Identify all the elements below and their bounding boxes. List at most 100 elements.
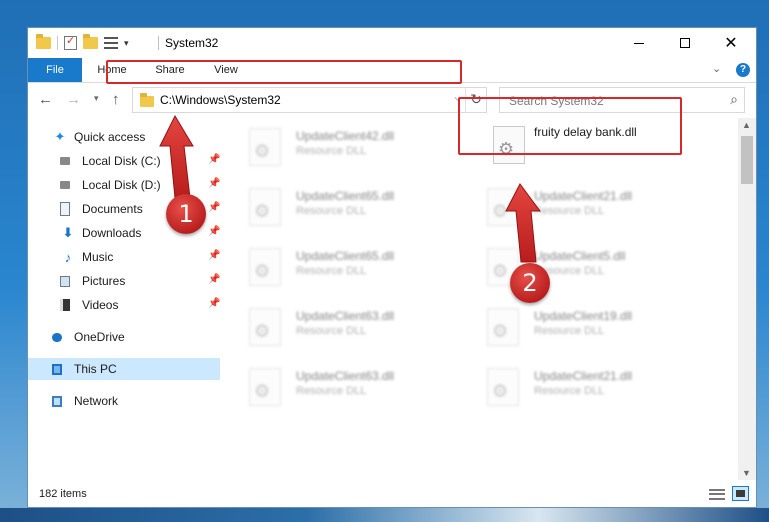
sidebar-item-label: Network [74, 394, 119, 408]
sidebar-item-local-disk-c[interactable]: Local Disk (C:) 📌 [60, 150, 220, 172]
tab-view[interactable]: View [204, 58, 248, 82]
refresh-icon[interactable]: ↻ [470, 91, 482, 108]
sidebar-item-pictures[interactable]: Pictures 📌 [60, 270, 220, 292]
sidebar-item-music[interactable]: ♪ Music 📌 [60, 246, 221, 268]
pin-icon[interactable]: 📌 [208, 274, 220, 285]
step-badge-2: 2 [510, 263, 550, 303]
file-item[interactable]: ⚙ UpdateClient21.dll Resource DLL [461, 184, 691, 240]
file-item[interactable]: ⚙ UpdateClient21.dll Resource DLL [461, 364, 691, 420]
drive-icon [60, 181, 70, 189]
sidebar-item-quick-access[interactable]: ✦ Quick access [52, 126, 220, 148]
pin-icon[interactable]: 📌 [208, 226, 220, 237]
address-bar[interactable]: C:\Windows\System32 ⌵ ↻ [132, 87, 487, 113]
drive-icon [60, 157, 70, 165]
file-type: Resource DLL [534, 385, 605, 397]
address-dropdown-icon[interactable]: ⌵ [454, 93, 462, 104]
star-icon: ✦ [54, 129, 66, 144]
chevron-down-icon[interactable]: ▾ [124, 38, 129, 49]
scroll-thumb[interactable] [741, 136, 753, 184]
sidebar-item-network[interactable]: Network [52, 390, 220, 412]
dll-file-icon: ⚙ [487, 308, 519, 346]
minimize-button[interactable] [616, 28, 662, 58]
step-badge-1: 1 [166, 194, 206, 234]
toolbar-divider [57, 36, 58, 50]
sidebar-item-label: Downloads [82, 226, 142, 240]
gear-icon: ⚙ [492, 261, 509, 281]
status-bar: 182 items [28, 483, 756, 507]
back-button[interactable]: ← [38, 91, 53, 108]
quick-access-toolbar: ▾ [36, 34, 129, 51]
file-name: fruity delay bank.dll [534, 125, 637, 139]
dll-file-icon: ⚙ [249, 188, 281, 226]
file-item[interactable]: ⚙ UpdateClient63.dll Resource DLL [223, 364, 453, 420]
vertical-scrollbar[interactable]: ▲ ▼ [738, 118, 756, 480]
sidebar-item-local-disk-d[interactable]: Local Disk (D:) 📌 [60, 174, 220, 196]
file-item[interactable]: ⚙ UpdateClient65.dll Resource DLL [223, 244, 453, 300]
customize-toolbar-icon[interactable] [104, 37, 118, 49]
tab-file[interactable]: File [28, 58, 82, 82]
file-item[interactable]: ⚙ UpdateClient19.dll Resource DLL [461, 304, 691, 360]
recent-locations-icon[interactable]: ▾ [94, 93, 99, 104]
help-icon[interactable]: ? [736, 63, 750, 77]
close-button[interactable]: ✕ [708, 28, 754, 58]
file-name: UpdateClient5.dll [534, 249, 626, 263]
file-item[interactable]: ⚙ UpdateClient42.dll Resource DLL [223, 124, 453, 180]
expand-ribbon-icon[interactable]: ⌄ [712, 62, 721, 75]
gear-icon: ⚙ [492, 381, 509, 401]
large-icons-view-icon[interactable] [732, 486, 749, 501]
sidebar-item-label: Music [82, 250, 114, 264]
sidebar-item-this-pc[interactable]: This PC [28, 358, 220, 380]
gear-icon: ⚙ [254, 381, 271, 401]
ribbon-tabs: File Home Share View ⌄ ? [28, 58, 756, 83]
sidebar-item-onedrive[interactable]: OneDrive [52, 326, 220, 348]
file-item[interactable]: ⚙ UpdateClient5.dll Resource DLL [461, 244, 691, 300]
documents-icon [60, 202, 70, 216]
file-item[interactable]: ⚙ UpdateClient65.dll Resource DLL [223, 184, 453, 240]
pictures-icon [60, 275, 70, 287]
sidebar-item-label: Local Disk (C:) [82, 154, 161, 168]
folder-icon [140, 93, 154, 107]
new-folder-icon[interactable] [83, 34, 98, 49]
properties-icon[interactable] [64, 34, 77, 50]
file-item[interactable]: ⚙ UpdateClient63.dll Resource DLL [223, 304, 453, 360]
up-button[interactable]: ↑ [112, 91, 120, 108]
pin-icon[interactable]: 📌 [208, 298, 220, 309]
pin-icon[interactable]: 📌 [208, 154, 220, 165]
sidebar-item-videos[interactable]: Videos 📌 [60, 294, 220, 316]
dll-file-icon: ⚙ [249, 308, 281, 346]
file-name: UpdateClient63.dll [296, 309, 395, 323]
dll-file-icon: ⚙ [487, 368, 519, 406]
tab-home[interactable]: Home [90, 58, 134, 82]
search-box[interactable]: Search System32 ⌕ [499, 87, 745, 113]
file-name: UpdateClient63.dll [296, 369, 395, 383]
file-name: UpdateClient19.dll [534, 309, 633, 323]
download-icon: ⬇ [62, 225, 74, 240]
forward-button[interactable]: → [66, 91, 81, 108]
details-view-icon[interactable] [709, 489, 725, 500]
file-name: UpdateClient65.dll [296, 189, 395, 203]
sidebar-item-label: This PC [74, 362, 117, 376]
address-path[interactable]: C:\Windows\System32 [160, 93, 281, 107]
desktop-background [0, 508, 769, 522]
sidebar-item-label: Local Disk (D:) [82, 178, 161, 192]
file-item-target[interactable]: ⚙ fruity delay bank.dll [487, 124, 717, 180]
folder-icon[interactable] [36, 34, 51, 49]
scroll-down-icon[interactable]: ▼ [742, 468, 751, 478]
file-type: Resource DLL [534, 205, 605, 217]
search-input[interactable]: Search System32 [509, 94, 604, 108]
window-title: System32 [165, 36, 219, 50]
sidebar-item-label: Quick access [74, 130, 146, 144]
file-list: ⚙ UpdateClient42.dll Resource DLL ⚙ Upda… [223, 118, 738, 478]
dll-file-icon: ⚙ [249, 128, 281, 166]
scroll-up-icon[interactable]: ▲ [742, 120, 751, 130]
dll-file-icon: ⚙ [249, 368, 281, 406]
file-type: Resource DLL [296, 385, 367, 397]
search-icon[interactable]: ⌕ [730, 91, 738, 108]
maximize-button[interactable] [662, 28, 708, 58]
gear-icon: ⚙ [254, 261, 271, 281]
pin-icon[interactable]: 📌 [208, 202, 220, 213]
tab-share[interactable]: Share [148, 58, 192, 82]
videos-icon [60, 299, 70, 311]
pin-icon[interactable]: 📌 [208, 178, 220, 189]
pin-icon[interactable]: 📌 [208, 250, 220, 261]
